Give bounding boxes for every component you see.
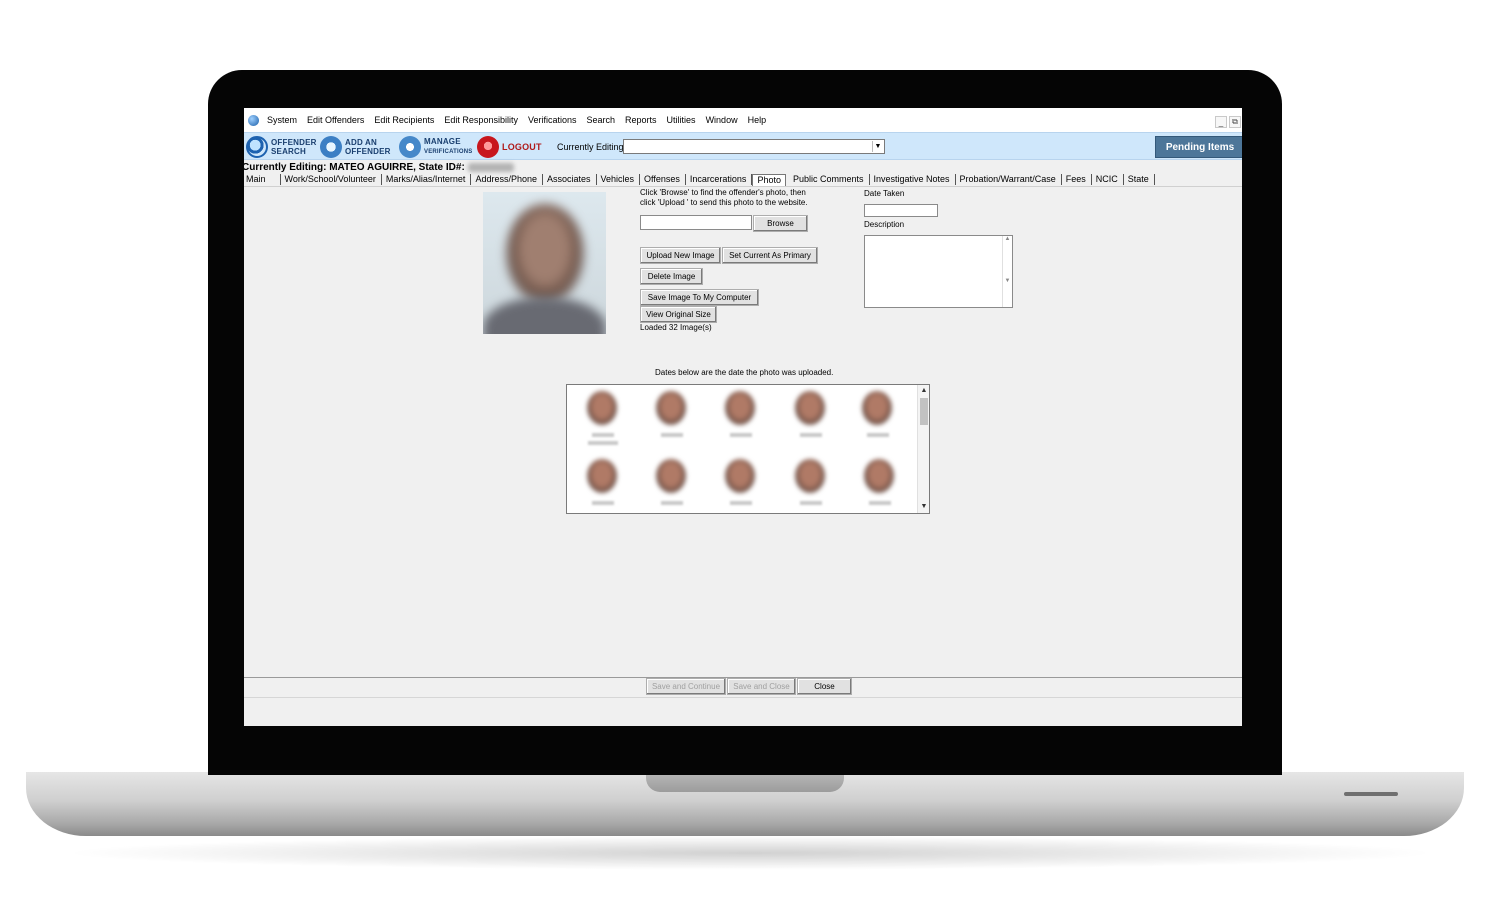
tab-investigative-notes[interactable]: Investigative Notes (870, 174, 956, 185)
thumbnail[interactable] (857, 389, 897, 443)
scroll-down-icon[interactable]: ▼ (918, 502, 930, 512)
add-offender-label-1: ADD AN (345, 138, 378, 147)
thumbnail[interactable] (790, 389, 830, 443)
blurred-shoulders (483, 297, 606, 334)
laptop-indicator (1344, 792, 1398, 796)
pending-items-button[interactable]: Pending Items (1155, 136, 1242, 158)
tab-strip: Main Work/School/Volunteer Marks/Alias/I… (244, 173, 1242, 187)
description-scrollbar[interactable]: ▲ ▼ (1002, 236, 1012, 307)
tab-main[interactable]: Main (244, 174, 281, 185)
footer-divider (244, 697, 1242, 698)
upload-new-image-button[interactable]: Upload New Image (640, 247, 721, 264)
checkmark-icon (399, 136, 421, 158)
description-field[interactable]: ▲ ▼ (864, 235, 1013, 308)
help-line-1: Click 'Browse' to find the offender's ph… (640, 188, 806, 197)
manage-verifications-button[interactable]: MANAGE VERIFICATIONS (399, 135, 473, 159)
date-taken-label: Date Taken (864, 189, 905, 198)
set-current-primary-button[interactable]: Set Current As Primary (722, 247, 818, 264)
save-image-button[interactable]: Save Image To My Computer (640, 289, 759, 306)
thumbnail[interactable] (651, 457, 691, 511)
tab-incarcerations[interactable]: Incarcerations (686, 174, 753, 185)
menu-window[interactable]: Window (706, 115, 738, 125)
currently-editing-dropdown[interactable]: ▼ (623, 139, 885, 154)
logout-label: LOGOUT (502, 141, 542, 152)
restore-button[interactable]: ⧉ (1229, 116, 1241, 128)
loaded-count: Loaded 32 Image(s) (640, 323, 712, 332)
tab-vehicles[interactable]: Vehicles (597, 174, 641, 185)
scroll-up-icon[interactable]: ▲ (918, 386, 930, 396)
file-path-input[interactable] (640, 215, 752, 230)
menu-verifications[interactable]: Verifications (528, 115, 577, 125)
tab-ncic[interactable]: NCIC (1092, 174, 1124, 185)
offender-search-label-2: SEARCH (271, 147, 306, 156)
menu-edit-offenders[interactable]: Edit Offenders (307, 115, 364, 125)
thumbnail[interactable] (720, 389, 760, 443)
description-label: Description (864, 220, 905, 229)
chevron-down-icon[interactable]: ▼ (872, 141, 883, 152)
manage-label-2: VERIFICATIONS (424, 149, 473, 155)
menu-help[interactable]: Help (748, 115, 767, 125)
thumbnail[interactable] (859, 457, 899, 511)
manage-label-1: MANAGE (424, 137, 461, 146)
tab-state[interactable]: State (1124, 174, 1155, 185)
currently-editing-header: Currently Editing: MATEO AGUIRRE, State … (244, 162, 514, 173)
laptop-shadow (60, 836, 1440, 870)
tab-fees[interactable]: Fees (1062, 174, 1092, 185)
gallery-scrollbar[interactable]: ▲ ▼ (917, 385, 929, 513)
photo-help-text: Click 'Browse' to find the offender's ph… (640, 188, 830, 208)
tab-address-phone[interactable]: Address/Phone (471, 174, 543, 185)
add-person-icon (320, 136, 342, 158)
save-and-continue-button[interactable]: Save and Continue (646, 678, 726, 695)
photo-gallery: ▲ ▼ (566, 384, 930, 514)
offender-search-button[interactable]: OFFENDER SEARCH (246, 135, 317, 159)
menu-search[interactable]: Search (587, 115, 616, 125)
tab-offenses[interactable]: Offenses (640, 174, 686, 185)
tab-photo[interactable]: Photo (752, 173, 786, 186)
search-icon (246, 136, 268, 158)
close-button[interactable]: Close (797, 678, 852, 695)
primary-offender-photo (483, 192, 606, 334)
scroll-thumb[interactable] (920, 398, 928, 425)
menu-reports[interactable]: Reports (625, 115, 657, 125)
delete-image-button[interactable]: Delete Image (640, 268, 703, 285)
thumbnail[interactable] (582, 389, 622, 445)
browse-button[interactable]: Browse (753, 215, 808, 232)
currently-editing-label: Currently Editing: (557, 142, 627, 152)
menu-bar: System Edit Offenders Edit Recipients Ed… (244, 108, 1242, 132)
logout-icon (477, 136, 499, 158)
menu-system[interactable]: System (267, 115, 297, 125)
tab-public-comments[interactable]: Public Comments (789, 174, 870, 185)
menu-edit-recipients[interactable]: Edit Recipients (374, 115, 434, 125)
upload-date-note: Dates below are the date the photo was u… (655, 368, 834, 377)
tab-work-school-volunteer[interactable]: Work/School/Volunteer (281, 174, 382, 185)
thumbnail[interactable] (720, 457, 760, 511)
toolbar: OFFENDER SEARCH ADD AN OFFENDER MANAGE VERI… (244, 132, 1242, 160)
thumbnail[interactable] (790, 457, 830, 511)
blurred-face (506, 204, 584, 304)
add-offender-label-2: OFFENDER (345, 147, 391, 156)
logout-button[interactable]: LOGOUT (477, 135, 542, 159)
application-window: System Edit Offenders Edit Recipients Ed… (244, 108, 1242, 726)
tab-associates[interactable]: Associates (543, 174, 597, 185)
minimize-button[interactable]: _ (1215, 116, 1227, 128)
thumbnail[interactable] (651, 389, 691, 443)
offender-search-label-1: OFFENDER (271, 138, 317, 147)
currently-editing-text: Currently Editing: MATEO AGUIRRE, State … (244, 162, 465, 173)
app-globe-icon (248, 114, 259, 126)
menu-edit-responsibility[interactable]: Edit Responsibility (444, 115, 518, 125)
tab-marks-alias-internet[interactable]: Marks/Alias/Internet (382, 174, 472, 185)
help-line-2: click 'Upload ' to send this photo to th… (640, 198, 808, 207)
save-and-close-button[interactable]: Save and Close (727, 678, 796, 695)
view-original-size-button[interactable]: View Original Size (640, 306, 717, 323)
date-taken-field[interactable] (864, 204, 938, 217)
tab-probation-warrant-case[interactable]: Probation/Warrant/Case (956, 174, 1062, 185)
laptop-hinge-notch (646, 772, 844, 792)
redacted-state-id (467, 162, 514, 172)
menu-utilities[interactable]: Utilities (667, 115, 696, 125)
add-offender-button[interactable]: ADD AN OFFENDER (320, 135, 391, 159)
thumbnail[interactable] (582, 457, 622, 511)
